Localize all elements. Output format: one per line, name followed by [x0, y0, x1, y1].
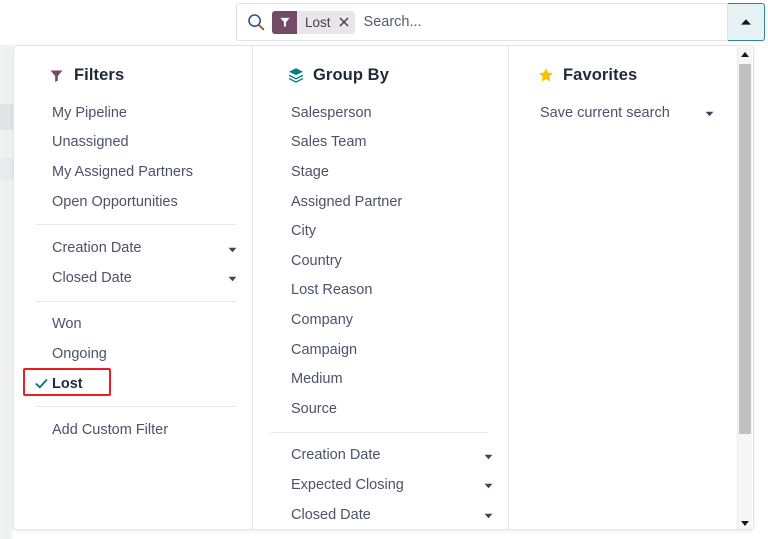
group-by-header: Group By	[253, 60, 508, 90]
filter-item-label: Lost	[52, 376, 238, 392]
search-dropdown-toggle-button[interactable]	[728, 3, 765, 41]
search-input[interactable]: Search...	[364, 14, 723, 30]
filters-divider-1	[36, 224, 236, 225]
group-by-item-company[interactable]: Company	[253, 305, 508, 335]
search-input-container[interactable]: Lost Search...	[236, 3, 728, 41]
close-x-icon[interactable]	[336, 11, 355, 34]
filter-item-open-opportunities[interactable]: Open Opportunities	[14, 187, 252, 217]
group-by-item-sales-team[interactable]: Sales Team	[253, 128, 508, 158]
group-by-item-country[interactable]: Country	[253, 246, 508, 276]
scroll-up-arrow-icon[interactable]	[738, 47, 753, 61]
caret-down-icon[interactable]	[483, 450, 494, 461]
group-by-item-stage[interactable]: Stage	[253, 157, 508, 187]
filter-item-label: Won	[52, 316, 238, 332]
group-by-item-label: Assigned Partner	[291, 194, 494, 210]
dropdown-scrollbar[interactable]	[737, 47, 752, 530]
filter-item-label: Open Opportunities	[52, 194, 238, 210]
favorites-column: Favorites Save current search	[508, 46, 753, 529]
filter-item-label: Ongoing	[52, 346, 238, 362]
caret-down-icon[interactable]	[227, 243, 238, 254]
filter-item-closed-date[interactable]: Closed Date	[14, 263, 252, 293]
caret-up-icon	[740, 13, 752, 31]
filter-item-label: Creation Date	[52, 240, 141, 256]
favorites-item-save-current-search[interactable]: Save current search	[509, 98, 753, 128]
search-options-dropdown-panel: Filters My Pipeline Unassigned My Assign…	[13, 45, 754, 530]
filter-item-lost[interactable]: Lost	[14, 369, 252, 399]
group-by-item-label: Expected Closing	[291, 477, 404, 493]
group-by-item-label: Campaign	[291, 342, 494, 358]
star-icon	[537, 67, 554, 84]
filter-item-my-assigned-partners[interactable]: My Assigned Partners	[14, 157, 252, 187]
caret-down-icon[interactable]	[483, 479, 494, 490]
app-root: Lost Search...	[0, 0, 768, 539]
group-by-item-assigned-partner[interactable]: Assigned Partner	[253, 187, 508, 217]
filter-funnel-icon	[48, 67, 65, 84]
group-by-item-label: Source	[291, 401, 494, 417]
scrollbar-thumb[interactable]	[739, 64, 751, 434]
filters-header: Filters	[14, 60, 252, 90]
group-by-item-salesperson[interactable]: Salesperson	[253, 98, 508, 128]
group-by-item-label: Medium	[291, 371, 494, 387]
group-by-divider-1	[271, 432, 488, 433]
layers-stack-icon	[287, 67, 304, 84]
group-by-item-label: Country	[291, 253, 494, 269]
search-facet-lost[interactable]: Lost	[272, 11, 355, 34]
group-by-item-expected-closing[interactable]: Expected Closing	[253, 470, 508, 500]
group-by-item-city[interactable]: City	[253, 216, 508, 246]
filter-item-unassigned[interactable]: Unassigned	[14, 128, 252, 158]
group-by-item-label: Salesperson	[291, 105, 494, 121]
search-facet-label: Lost	[297, 11, 336, 34]
filter-item-label: My Pipeline	[52, 105, 238, 121]
group-by-item-label: Creation Date	[291, 447, 380, 463]
group-by-item-creation-date[interactable]: Creation Date	[253, 441, 508, 471]
favorites-title: Favorites	[563, 66, 637, 85]
page-background-block-secondary	[0, 158, 13, 180]
filter-item-label: Unassigned	[52, 134, 238, 150]
group-by-item-source[interactable]: Source	[253, 394, 508, 424]
filters-divider-3	[36, 406, 236, 407]
group-by-item-label: Lost Reason	[291, 282, 494, 298]
filter-item-my-pipeline[interactable]: My Pipeline	[14, 98, 252, 128]
group-by-item-label: Sales Team	[291, 134, 494, 150]
favorites-item-label: Save current search	[540, 105, 670, 121]
filter-item-label: Closed Date	[52, 270, 132, 286]
filter-item-label: My Assigned Partners	[52, 164, 238, 180]
filter-item-creation-date[interactable]: Creation Date	[14, 233, 252, 263]
caret-down-icon[interactable]	[483, 509, 494, 520]
group-by-item-label: City	[291, 223, 494, 239]
scroll-down-arrow-icon[interactable]	[738, 516, 753, 530]
group-by-title: Group By	[313, 66, 389, 85]
page-background-block	[0, 104, 13, 130]
filter-item-label: Add Custom Filter	[52, 422, 238, 438]
group-by-item-medium[interactable]: Medium	[253, 364, 508, 394]
group-by-item-closed-date[interactable]: Closed Date	[253, 500, 508, 530]
filter-item-won[interactable]: Won	[14, 310, 252, 340]
favorites-header: Favorites	[509, 60, 753, 90]
filters-title: Filters	[74, 66, 124, 85]
group-by-item-label: Company	[291, 312, 494, 328]
group-by-item-label: Closed Date	[291, 507, 371, 523]
search-bar: Lost Search...	[236, 3, 765, 41]
filters-divider-2	[36, 301, 236, 302]
filter-funnel-icon	[272, 11, 297, 34]
group-by-column: Group By Salesperson Sales Team Stage As…	[252, 46, 508, 529]
group-by-item-campaign[interactable]: Campaign	[253, 335, 508, 365]
scrollbar-track[interactable]	[738, 61, 753, 516]
caret-down-icon[interactable]	[227, 272, 238, 283]
group-by-item-lost-reason[interactable]: Lost Reason	[253, 276, 508, 306]
filter-item-ongoing[interactable]: Ongoing	[14, 339, 252, 369]
caret-down-icon[interactable]	[704, 107, 715, 118]
group-by-item-label: Stage	[291, 164, 494, 180]
search-icon	[247, 13, 265, 31]
check-icon	[35, 377, 48, 390]
filters-column: Filters My Pipeline Unassigned My Assign…	[14, 46, 252, 529]
filter-item-add-custom-filter[interactable]: Add Custom Filter	[14, 415, 252, 445]
